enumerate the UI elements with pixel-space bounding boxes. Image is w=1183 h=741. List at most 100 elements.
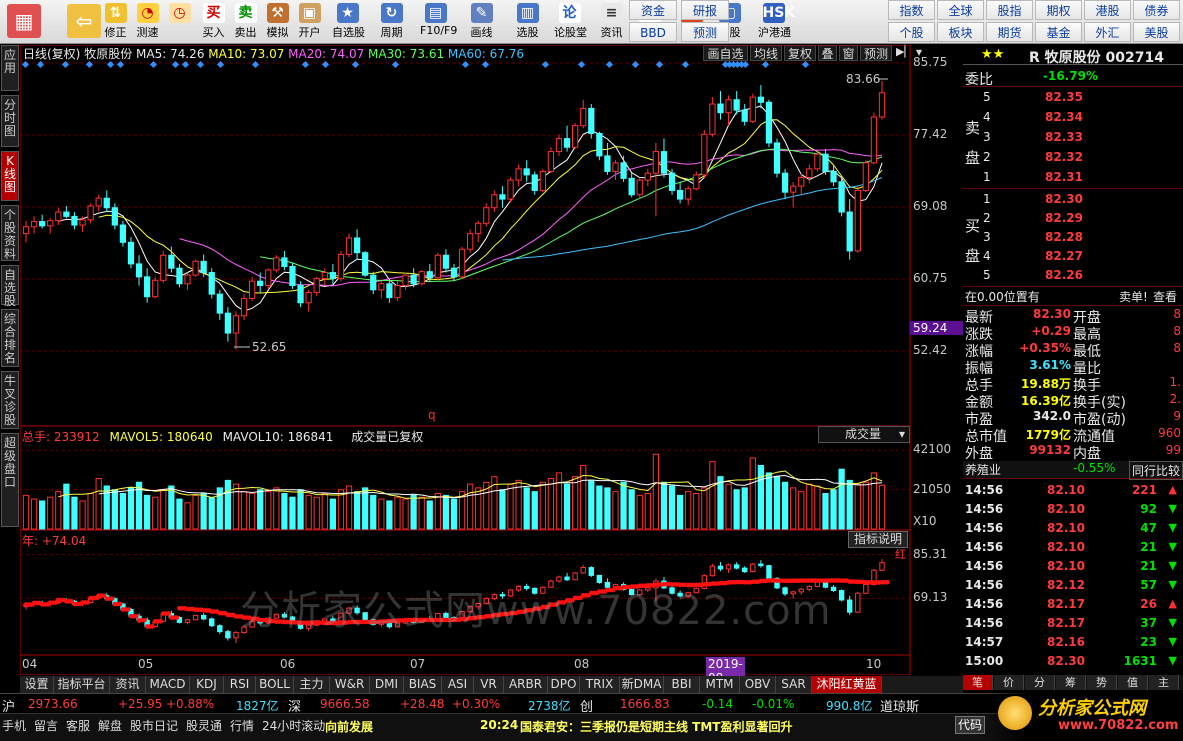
bid-row[interactable]: 3 82.28 [963,230,1183,248]
industry-compare-link[interactable]: 同行比较 [1129,461,1183,480]
toolbar-hammer-button[interactable]: ⚒ 模拟 [262,2,293,42]
indicator-tab-20[interactable]: SAR [776,676,812,693]
candle [281,250,288,270]
toolbar-market-button[interactable]: 美股 [1133,22,1180,42]
left-tab-4[interactable]: 自选股 [1,265,19,308]
toolbar-arrows-button[interactable]: ⇅ 修正 [100,2,131,42]
left-tab-3[interactable]: 个股资料 [1,205,19,261]
right-tab-6[interactable]: 主 [1149,675,1179,690]
toolbar-market-button[interactable]: 港股 [1084,0,1131,20]
status-item-2[interactable]: 客服 [66,717,90,734]
view-link[interactable]: 查看 [1153,288,1177,305]
ask-row[interactable]: 2 82.32 [963,150,1183,168]
status-item-3[interactable]: 解盘 [98,717,122,734]
indicator-tab-10[interactable]: BIAS [404,676,442,693]
toolbar-market-button[interactable]: 指数 [888,0,935,20]
toolbar-market-button[interactable]: 外汇 [1084,22,1131,42]
toolbar-research-button[interactable]: 研报 [681,0,729,20]
toolbar-market-button[interactable]: 股指 [986,0,1033,20]
toolbar-forum-button[interactable]: 论论股堂 [554,2,587,42]
ask-row[interactable]: 4 82.34 [963,110,1183,128]
indicator-tab-19[interactable]: OBV [740,676,776,693]
toolbar-market-button[interactable]: 期权 [1035,0,1082,20]
left-tab-5[interactable]: 综合排名 [1,309,19,367]
toolbar-market-button[interactable]: 全球 [937,0,984,20]
toolbar-forecast-button[interactable]: 预测 [681,22,729,42]
left-tab-7[interactable]: 超级盘口 [1,433,19,527]
toolbar-button-label: 买入 [202,26,225,39]
star-icon[interactable]: ★★ [981,47,1004,62]
left-tab-1[interactable]: 分时图 [1,95,19,147]
toolbar-market-button[interactable]: 板块 [937,22,984,42]
left-tab-2[interactable]: K线图 [1,151,19,201]
indicator-tab-5[interactable]: RSI [224,676,256,693]
toolbar-clock-button[interactable]: ◷ [164,2,195,42]
bid-row[interactable]: 2 82.29 [963,211,1183,229]
toolbar-star-box-button[interactable]: ★ 自选股 [332,2,365,42]
toolbar-buy-button[interactable]: 买买入 [198,2,229,42]
indicator-tab-12[interactable]: VR [474,676,504,693]
news-ticker-2[interactable]: 国泰君安：三季报仍是短期主线 TMT盈利显著回升 [520,718,793,735]
toolbar-pen-button[interactable]: ✎ 画线 [466,2,497,42]
indicator-tab-9[interactable]: DMI [370,676,404,693]
status-item-6[interactable]: 行情 [230,717,254,734]
indicator-tab-6[interactable]: BOLL [256,676,294,693]
indicator-tab-18[interactable]: MTM [700,676,740,693]
status-item-1[interactable]: 留言 [34,717,58,734]
toolbar-market-button[interactable]: 个股 [888,22,935,42]
bid-row[interactable]: 4 82.27 [963,249,1183,267]
indicator-tab-3[interactable]: MACD [146,676,190,693]
ask-row[interactable]: 5 82.35 [963,90,1183,108]
indicator-tab-13[interactable]: ARBR [504,676,548,693]
indicator-tab-7[interactable]: 主力 [294,676,330,693]
left-tab-0[interactable]: 应用 [1,45,19,91]
indicator-tab-21[interactable]: 沐阳红黄蓝 [812,676,882,693]
toolbar-grid-button[interactable]: ▦ [2,2,46,42]
status-item-0[interactable]: 手机 [2,717,26,734]
toolbar-news-button[interactable]: ≡ 资讯 [596,2,627,42]
indicator-help-button[interactable]: 指标说明 [848,531,908,548]
toolbar-market-button[interactable]: 基金 [1035,22,1082,42]
status-item-4[interactable]: 股市日记 [130,717,178,734]
indicator-tab-17[interactable]: BBI [664,676,700,693]
toolbar-speed-button[interactable]: ◔ 测速 [132,2,163,42]
toolbar-market-button[interactable]: 期货 [986,22,1033,42]
toolbar-f10-button[interactable]: ▤ F10/F9 [420,2,457,42]
indicator-tab-1[interactable]: 指标平台 [54,676,110,693]
ask-row[interactable]: 1 82.31 [963,170,1183,188]
toolbar-cycle-button[interactable]: ↻ 周期 [376,2,407,42]
right-tab-0[interactable]: 笔 [963,675,993,690]
indicator-tab-4[interactable]: KDJ [190,676,224,693]
bid-row[interactable]: 1 82.30 [963,192,1183,210]
indicator-tab-0[interactable]: 设置 [20,676,54,693]
volume-selector[interactable]: 成交量 ▾ [818,426,910,443]
status-item-7[interactable]: 24小时滚动 [262,717,325,734]
indicator-tab-15[interactable]: TRIX [580,676,620,693]
candle [192,259,199,277]
toolbar-chart-select-button[interactable]: ▥ 选股 [512,2,543,42]
bid-row[interactable]: 5 82.26 [963,268,1183,286]
indicator-tab-2[interactable]: 资讯 [110,676,146,693]
status-item-5[interactable]: 股灵通 [186,717,222,734]
right-tab-5[interactable]: 值 [1118,675,1148,690]
toolbar-market-button[interactable]: 债券 [1133,0,1180,20]
news-ticker-1[interactable]: 向前发展 [325,718,373,735]
indicator-tab-14[interactable]: DPO [548,676,580,693]
code-button[interactable]: 代码 [955,716,985,734]
industry-label[interactable]: 养殖业 [965,461,1001,478]
indicator-tab-16[interactable]: 新DMA [620,676,664,693]
toolbar-lock-button[interactable]: ▣ 开户 [294,2,325,42]
candle [370,271,377,295]
right-tab-3[interactable]: 筹 [1056,675,1086,690]
right-tab-2[interactable]: 分 [1025,675,1055,690]
left-tab-6[interactable]: 牛叉诊股 [1,371,19,429]
toolbar-bbd-button[interactable]: BBD [629,22,677,42]
toolbar-fund-button[interactable]: 资金 [629,0,677,20]
toolbar-sell-button[interactable]: 卖卖出 [230,2,261,42]
right-tab-1[interactable]: 价 [994,675,1024,690]
indicator-tab-11[interactable]: ASI [442,676,474,693]
right-tab-4[interactable]: 势 [1087,675,1117,690]
ask-row[interactable]: 3 82.33 [963,130,1183,148]
volume-bar [63,483,70,530]
indicator-tab-8[interactable]: W&R [330,676,370,693]
